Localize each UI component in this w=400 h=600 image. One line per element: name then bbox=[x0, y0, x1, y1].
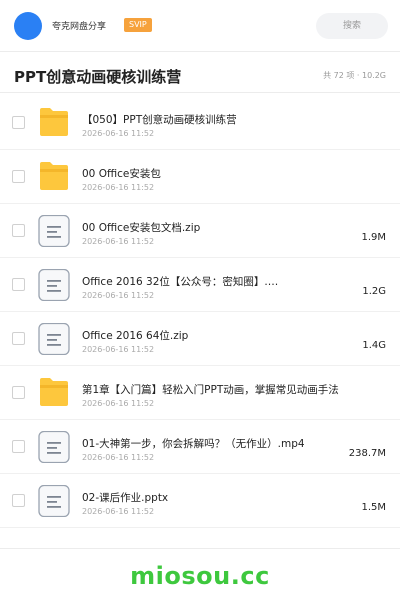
file-row[interactable]: Office 2016 32位【公众号：密知圈】.… 2026-06-16 11:… bbox=[0, 258, 400, 312]
avatar[interactable] bbox=[14, 12, 42, 40]
divider bbox=[0, 92, 400, 93]
watermark-logo: miosou.cc bbox=[130, 562, 270, 590]
row-checkbox[interactable] bbox=[12, 278, 25, 291]
file-size: 238.7M bbox=[348, 448, 386, 459]
file-date: 2026-06-16 11:52 bbox=[82, 183, 155, 192]
file-document-icon bbox=[38, 214, 70, 248]
file-row[interactable]: 02-课后作业.pptx 2026-06-16 11:52 1.5M bbox=[0, 474, 400, 528]
row-checkbox[interactable] bbox=[12, 116, 25, 129]
file-size: 1.9M bbox=[361, 232, 386, 243]
file-row[interactable]: Office 2016 64位.zip 2026-06-16 11:52 1.4G bbox=[0, 312, 400, 366]
file-date: 2026-06-16 11:52 bbox=[82, 399, 155, 408]
row-checkbox[interactable] bbox=[12, 170, 25, 183]
file-name[interactable]: 02-课后作业.pptx bbox=[82, 490, 342, 505]
file-date: 2026-06-16 11:52 bbox=[82, 129, 155, 138]
share-owner-name: 夸克网盘分享 bbox=[52, 22, 107, 32]
file-document-icon bbox=[38, 268, 70, 302]
file-row[interactable]: 【050】PPT创意动画硬核训练营 2026-06-16 11:52 bbox=[0, 96, 400, 150]
row-checkbox[interactable] bbox=[12, 332, 25, 345]
file-name[interactable]: 00 Office安装包文档.zip bbox=[82, 220, 342, 235]
folder-icon bbox=[38, 107, 70, 137]
row-checkbox[interactable] bbox=[12, 224, 25, 237]
file-row[interactable]: 00 Office安装包 2026-06-16 11:52 bbox=[0, 150, 400, 204]
file-name[interactable]: Office 2016 64位.zip bbox=[82, 328, 342, 343]
file-row[interactable]: 第1章【入门篇】轻松入门PPT动画，掌握常见动画手法 2026-06-16 11:… bbox=[0, 366, 400, 420]
file-size: 1.2G bbox=[362, 286, 386, 297]
file-document-icon bbox=[38, 430, 70, 464]
file-list: 【050】PPT创意动画硬核训练营 2026-06-16 11:52 00 Offi… bbox=[0, 96, 400, 528]
page-title: PPT创意动画硬核训练营 bbox=[14, 68, 182, 86]
folder-icon bbox=[38, 161, 70, 191]
row-checkbox[interactable] bbox=[12, 386, 25, 399]
file-document-icon bbox=[38, 484, 70, 518]
file-date: 2026-06-16 11:52 bbox=[82, 291, 155, 300]
file-name[interactable]: 01-大神第一步，你会拆解吗？（无作业）.mp4 bbox=[82, 436, 342, 451]
file-row[interactable]: 01-大神第一步，你会拆解吗？（无作业）.mp4 2026-06-16 11:52… bbox=[0, 420, 400, 474]
file-date: 2026-06-16 11:52 bbox=[82, 345, 155, 354]
top-bar: 夸克网盘分享 SVIP 搜索 bbox=[0, 0, 400, 52]
file-row[interactable]: 00 Office安装包文档.zip 2026-06-16 11:52 1.9M bbox=[0, 204, 400, 258]
file-document-icon bbox=[38, 322, 70, 356]
row-checkbox[interactable] bbox=[12, 494, 25, 507]
divider bbox=[0, 548, 400, 549]
svip-badge: SVIP bbox=[124, 18, 152, 32]
file-size: 1.4G bbox=[362, 340, 386, 351]
file-date: 2026-06-16 11:52 bbox=[82, 237, 155, 246]
file-date: 2026-06-16 11:52 bbox=[82, 507, 155, 516]
folder-icon bbox=[38, 377, 70, 407]
search-input[interactable]: 搜索 bbox=[316, 13, 388, 39]
file-name[interactable]: 00 Office安装包 bbox=[82, 166, 342, 181]
file-name[interactable]: Office 2016 32位【公众号：密知圈】.… bbox=[82, 274, 342, 289]
folder-meta: 共 72 项 · 10.2G bbox=[323, 71, 386, 80]
file-name[interactable]: 【050】PPT创意动画硬核训练营 bbox=[82, 112, 342, 127]
file-size: 1.5M bbox=[361, 502, 386, 513]
row-checkbox[interactable] bbox=[12, 440, 25, 453]
file-name[interactable]: 第1章【入门篇】轻松入门PPT动画，掌握常见动画手法 bbox=[82, 382, 342, 397]
file-date: 2026-06-16 11:52 bbox=[82, 453, 155, 462]
